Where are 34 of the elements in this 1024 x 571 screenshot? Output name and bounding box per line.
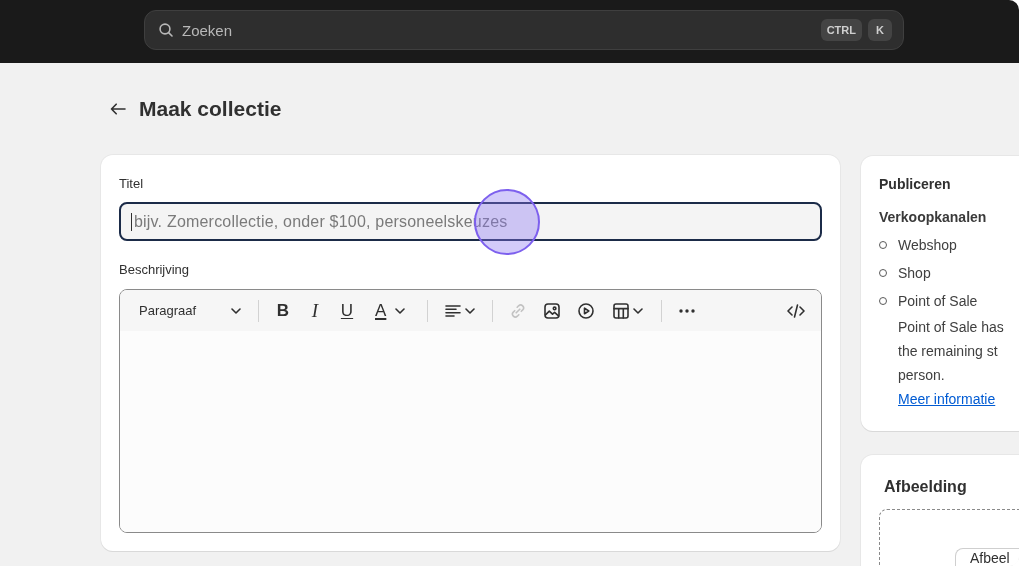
- chevron-down-icon: [633, 307, 643, 314]
- back-arrow-icon[interactable]: [110, 103, 126, 115]
- more-horizontal-icon: [679, 308, 695, 313]
- channel-name: Shop: [898, 264, 931, 283]
- italic-button[interactable]: I: [301, 296, 329, 325]
- format-dropdown[interactable]: Paragraaf: [128, 296, 248, 325]
- channel-name: Webshop: [898, 236, 957, 255]
- chevron-down-icon: [395, 307, 406, 314]
- card-title: Publiceren: [879, 175, 952, 194]
- align-left-icon: [445, 304, 461, 317]
- channel-note: Point of Sale has the remaining st person.: [898, 318, 1005, 385]
- page-title: Maak collectie: [139, 96, 282, 122]
- field-label: Titel: [119, 176, 145, 192]
- image-icon: [544, 302, 560, 319]
- code-icon: [787, 303, 805, 318]
- chevron-down-icon: [231, 307, 241, 314]
- field-label: Beschrijving: [119, 262, 191, 278]
- search-icon: [159, 23, 173, 37]
- more-info-link[interactable]: Meer informatie: [898, 387, 996, 411]
- table-icon: [613, 302, 629, 319]
- shortcut-key: CTRL: [820, 19, 862, 41]
- link-icon: [510, 302, 526, 319]
- bold-button[interactable]: B: [269, 296, 297, 325]
- section-heading: Verkoopkanalen: [879, 208, 988, 227]
- card-title: Afbeelding: [883, 477, 968, 497]
- image-drop-zone[interactable]: Afbeel: [879, 509, 1019, 566]
- play-circle-icon: [578, 302, 594, 319]
- add-image-button[interactable]: Afbeel: [955, 548, 1019, 566]
- text-cursor: [131, 213, 132, 231]
- underline-button[interactable]: U: [333, 296, 361, 325]
- chevron-down-icon: [465, 307, 475, 314]
- channel-name: Point of Sale: [898, 292, 978, 311]
- text-color-button[interactable]: A: [365, 296, 417, 325]
- shortcut-key: K: [868, 19, 892, 41]
